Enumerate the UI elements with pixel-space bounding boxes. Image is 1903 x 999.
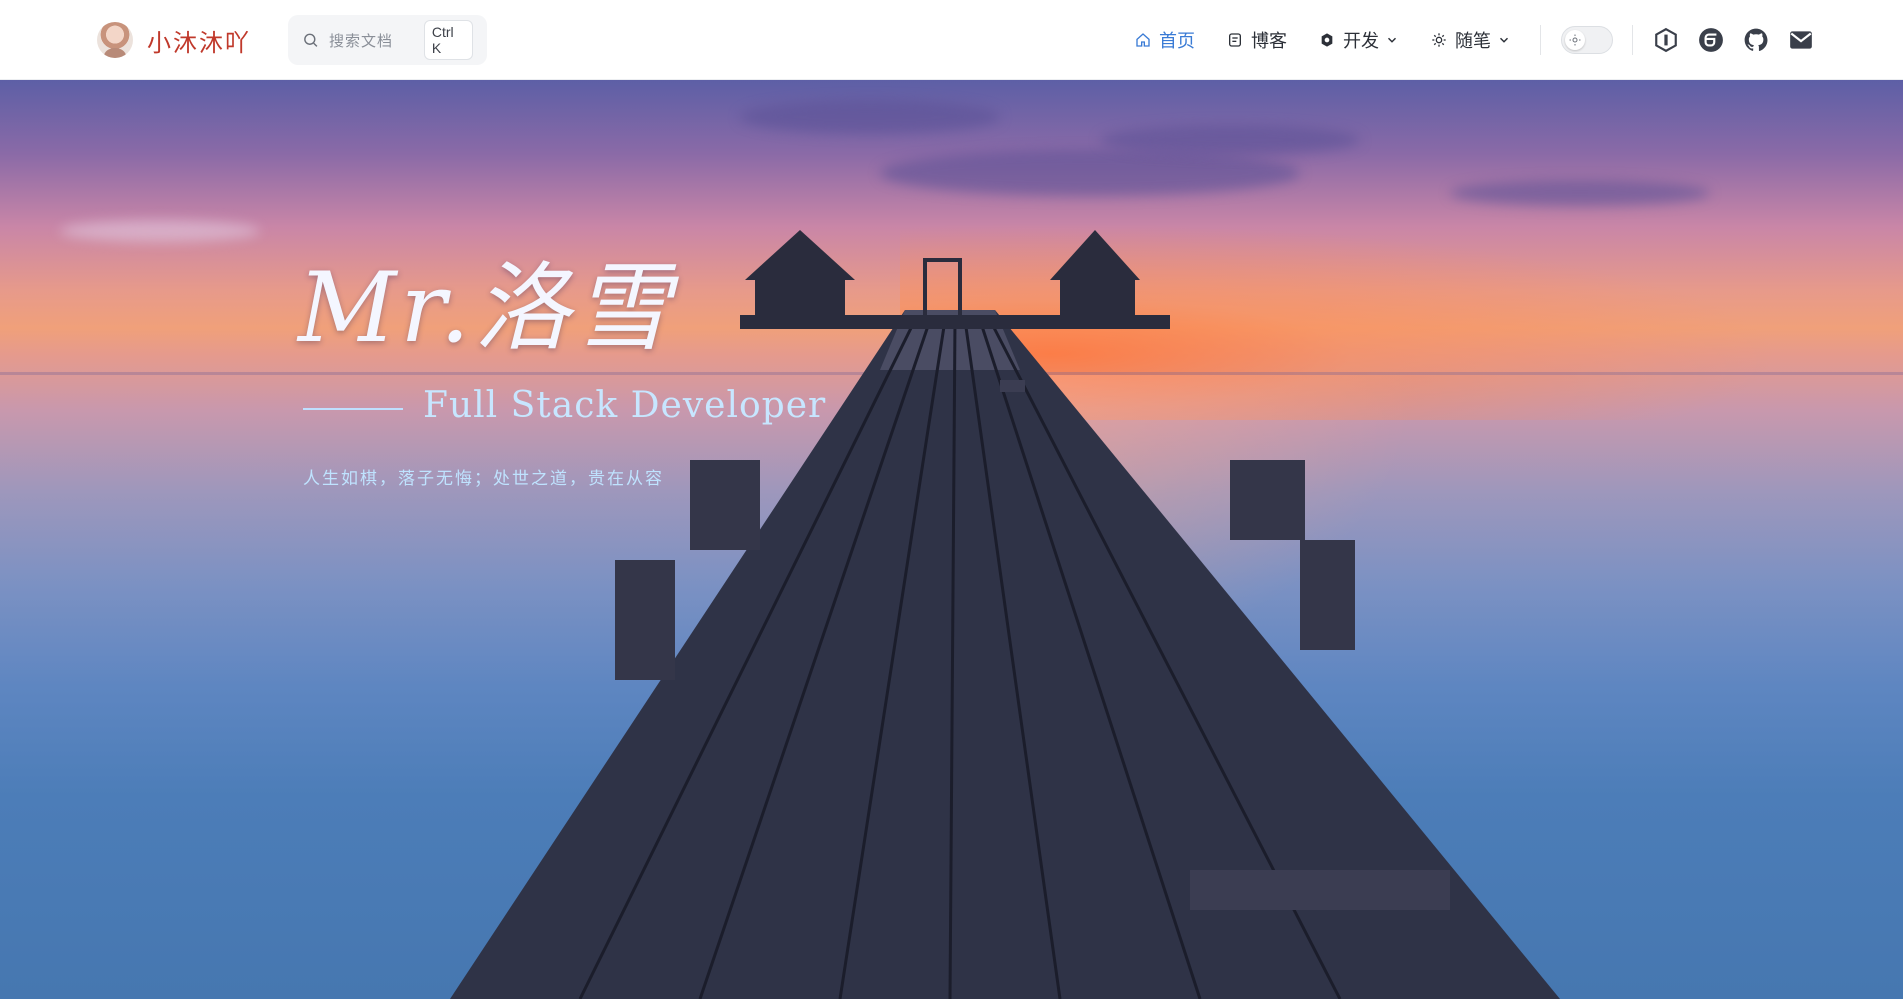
- github-icon: [1744, 28, 1768, 51]
- gitee-link[interactable]: [1697, 26, 1725, 54]
- search-icon: [304, 33, 318, 47]
- nav-divider: [1632, 25, 1633, 55]
- hero-title: Mr.洛雪: [298, 252, 675, 364]
- mail-icon: [1790, 31, 1812, 49]
- nav-item-label: 博客: [1251, 31, 1287, 52]
- avatar: [97, 22, 133, 58]
- theme-knob: [1565, 30, 1585, 50]
- mail-link[interactable]: [1787, 26, 1815, 54]
- subtitle-divider: [303, 408, 403, 410]
- nav-divider: [1540, 25, 1541, 55]
- nav-item-label: 随笔: [1455, 31, 1491, 52]
- hero-banner: Mr.洛雪 Full Stack Developer 人生如棋，落子无悔；处世之…: [0, 80, 1903, 999]
- blog-icon: [1229, 33, 1241, 47]
- brand-link[interactable]: 小沐沐吖: [97, 20, 251, 60]
- hexagon-logo-link[interactable]: [1652, 26, 1680, 54]
- hexagon-logo-icon: [1655, 27, 1677, 53]
- hero-motto: 人生如棋，落子无悔；处世之道，贵在从容: [303, 469, 664, 489]
- sun-icon: [1569, 34, 1581, 46]
- dev-icon: [1321, 33, 1333, 47]
- nav-item-label: 开发: [1343, 31, 1379, 52]
- gitee-icon: [1699, 28, 1723, 52]
- nav-item-dev[interactable]: 开发: [1319, 27, 1399, 53]
- search-box[interactable]: 搜索文档 Ctrl K: [288, 15, 487, 65]
- home-icon: [1136, 33, 1150, 47]
- chevron-down-icon: [1499, 37, 1509, 43]
- nav-item-home[interactable]: 首页: [1135, 27, 1195, 53]
- nav-item-blog[interactable]: 博客: [1227, 27, 1287, 53]
- essay-icon: [1432, 33, 1446, 47]
- hero-subtitle: Full Stack Developer: [423, 385, 827, 426]
- search-shortcut-key: Ctrl K: [423, 20, 473, 60]
- main-nav: 首页 博客 开发 随笔: [1135, 0, 1543, 80]
- nav-item-essay[interactable]: 随笔: [1431, 27, 1511, 53]
- top-navbar: 小沐沐吖 搜索文档 Ctrl K 首页 博客 开发 随笔: [0, 0, 1903, 80]
- search-placeholder: 搜索文档: [329, 31, 394, 50]
- pier-image: [450, 230, 1560, 999]
- brand-name: 小沐沐吖: [147, 28, 251, 57]
- theme-toggle[interactable]: [1561, 26, 1613, 54]
- chevron-down-icon: [1387, 37, 1397, 43]
- nav-item-label: 首页: [1159, 31, 1195, 52]
- github-link[interactable]: [1742, 26, 1770, 54]
